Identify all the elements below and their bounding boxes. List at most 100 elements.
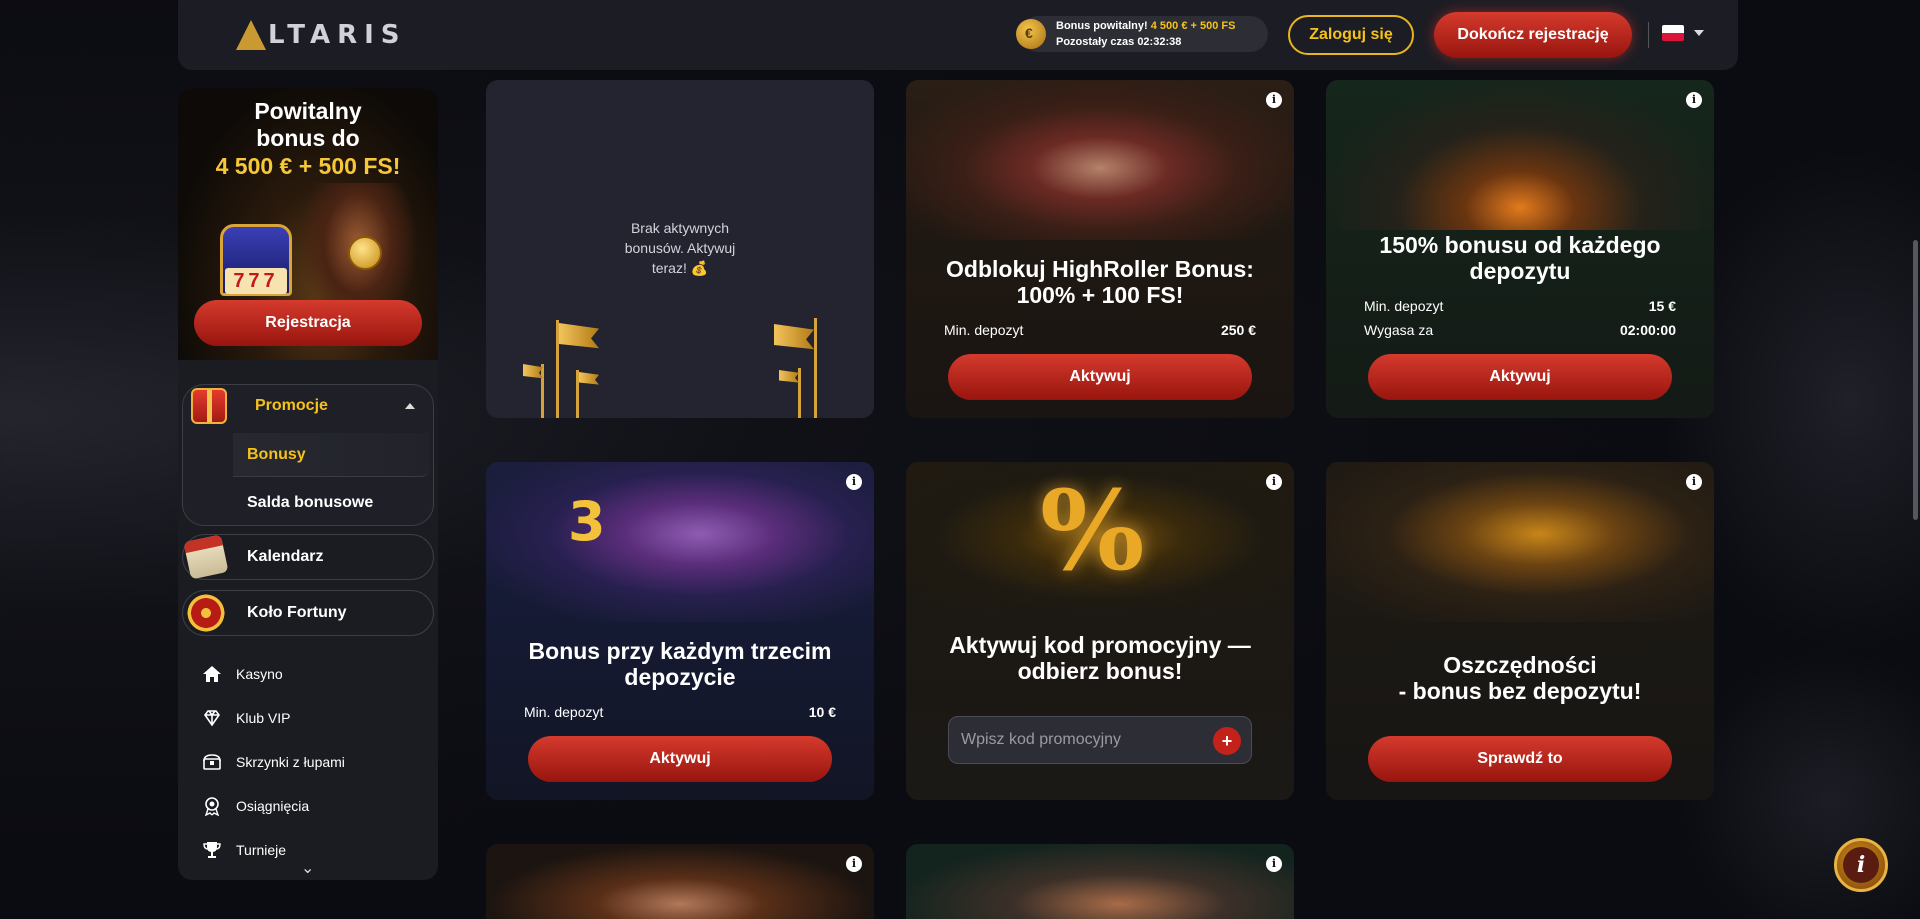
info-icon[interactable]: i <box>846 856 862 872</box>
bonus-label: Bonus powitalny! <box>1056 20 1148 32</box>
bonus-amount: 4 500 € + 500 FS <box>1150 20 1236 32</box>
slot-digits: 777 <box>225 268 287 294</box>
money-woman-card: i <box>486 844 874 919</box>
sidebar-item-label: Osiągnięcia <box>236 798 310 814</box>
highroller-bonus-card: i Odblokuj HighRoller Bonus: 100% + 100 … <box>906 80 1294 418</box>
pl-flag-icon <box>1662 25 1684 41</box>
min-deposit-label: Min. depozyt <box>1364 298 1444 314</box>
info-icon[interactable]: i <box>1266 474 1282 490</box>
min-deposit-value: 250 € <box>1220 322 1256 338</box>
home-icon <box>203 666 221 682</box>
expires-label: Wygasa za <box>1364 322 1434 338</box>
promotions-label: Promocje <box>255 397 328 414</box>
add-promo-code-button[interactable]: + <box>1213 727 1241 755</box>
top-header: LTARIS Bonus powitalny! 4 500 € + 500 FS… <box>178 0 1738 70</box>
page-scrollbar[interactable] <box>1913 240 1918 520</box>
card-title: 150% bonusu od każdego depozytu <box>1379 232 1661 284</box>
card-title-line2: - bonus bez depozytu! <box>1398 678 1642 704</box>
expires-row: Wygasa za 02:00:00 <box>1364 322 1676 338</box>
info-icon[interactable]: i <box>1686 92 1702 108</box>
min-deposit-row: Min. depozyt 15 € <box>1364 298 1676 314</box>
info-icon[interactable]: i <box>846 474 862 490</box>
sidebar-item-skrzynki[interactable]: Skrzynki z łupami <box>202 747 345 777</box>
card-title: Odblokuj HighRoller Bonus: 100% + 100 FS… <box>946 256 1254 308</box>
wheel-icon <box>187 594 225 632</box>
logo-a-icon <box>236 20 266 50</box>
welcome-bonus-timer[interactable]: Bonus powitalny! 4 500 € + 500 FS Pozost… <box>1016 16 1268 52</box>
sidebar: Powitalny bonus do 4 500 € + 500 FS! 777… <box>178 88 438 880</box>
sidebar-item-kalendarz[interactable]: Kalendarz <box>182 534 434 580</box>
deposit-150-card: i 150% bonusu od każdego depozytu Min. d… <box>1326 80 1714 418</box>
min-deposit-row: Min. depozyt 10 € <box>524 704 836 720</box>
gift-icon <box>191 388 227 424</box>
card-title: Aktywuj kod promocyjny — odbierz bonus! <box>949 632 1251 684</box>
hooded-figure-image <box>1326 80 1714 230</box>
sidebar-item-bonusy[interactable]: Bonusy <box>233 433 429 477</box>
medal-icon <box>204 797 220 816</box>
no-active-bonus-card: Brak aktywnych bonusów. Aktywuj teraz! 💰 <box>486 80 874 418</box>
complete-registration-button[interactable]: Dokończ rejestrację <box>1434 12 1632 58</box>
sidebar-item-turnieje[interactable]: Turnieje <box>202 835 286 865</box>
sidebar-item-osiagniecia[interactable]: Osiągnięcia <box>202 791 309 821</box>
sidebar-item-kasyno[interactable]: Kasyno <box>202 659 283 689</box>
third-deposit-card: 3 i Bonus przy każdym trzecim depozycie … <box>486 462 874 800</box>
banner-title-line1: Powitalny <box>254 98 362 124</box>
activate-button[interactable]: Aktywuj <box>528 736 832 782</box>
trophy-icon <box>203 842 221 858</box>
header-divider <box>1648 22 1649 48</box>
percent-icon: % <box>1040 466 1145 595</box>
sidebar-item-salda-bonusowe[interactable]: Salda bonusowe <box>233 481 429 525</box>
chevron-down-icon <box>1694 30 1704 36</box>
info-icon[interactable]: i <box>1266 856 1282 872</box>
activate-button[interactable]: Aktywuj <box>948 354 1252 400</box>
sidebar-item-klub-vip[interactable]: Klub VIP <box>202 703 290 733</box>
bonus-timer-text: Bonus powitalny! 4 500 € + 500 FS Pozost… <box>1056 18 1235 50</box>
info-icon[interactable]: i <box>1266 92 1282 108</box>
min-deposit-row: Min. depozyt 250 € <box>944 322 1256 338</box>
info-icon: i <box>1843 847 1879 883</box>
promo-code-card: % i Aktywuj kod promocyjny — odbierz bon… <box>906 462 1294 800</box>
info-icon[interactable]: i <box>1686 474 1702 490</box>
number-three-badge: 3 <box>568 490 606 553</box>
sidebar-item-label: Turnieje <box>236 842 287 858</box>
login-button[interactable]: Zaloguj się <box>1288 15 1414 55</box>
welcome-bonus-banner: Powitalny bonus do 4 500 € + 500 FS! 777… <box>178 88 438 360</box>
calendar-icon <box>183 534 229 580</box>
language-selector[interactable] <box>1662 25 1704 41</box>
double-chevron-down-icon[interactable]: ⌄ <box>301 858 314 878</box>
banner-amount: 4 500 € + 500 FS! <box>215 153 401 179</box>
min-deposit-value: 15 € <box>1648 298 1676 314</box>
promo-code-placeholder: Wpisz kod promocyjny <box>961 731 1122 748</box>
showgirl-image <box>486 462 874 622</box>
card-title: Bonus przy każdym trzecim depozycie <box>528 638 832 690</box>
altaris-logo[interactable]: LTARIS <box>236 18 407 52</box>
sidebar-item-kolo-fortuny[interactable]: Koło Fortuny <box>182 590 434 636</box>
sidebar-item-label: Klub VIP <box>236 710 291 726</box>
logo-text: LTARIS <box>268 20 407 50</box>
activate-button[interactable]: Aktywuj <box>1368 354 1672 400</box>
diamond-icon <box>204 710 220 727</box>
sidebar-item-label: Kalendarz <box>247 548 324 565</box>
promotions-toggle[interactable]: Promocje <box>183 385 433 427</box>
help-button[interactable]: i <box>1834 838 1888 892</box>
gold-coin-icon <box>348 236 382 270</box>
promo-code-input[interactable]: Wpisz kod promocyjny + <box>948 716 1252 764</box>
bonus-remaining-time: Pozostały czas 02:32:38 <box>1056 36 1182 48</box>
chevron-up-icon <box>405 403 415 409</box>
promotions-menu: Promocje Bonusy Salda bonusowe <box>182 384 434 526</box>
min-deposit-value: 10 € <box>808 704 836 720</box>
expires-value: 02:00:00 <box>1619 322 1676 338</box>
sidebar-item-label: Skrzynki z łupami <box>236 754 345 770</box>
check-it-button[interactable]: Sprawdź to <box>1368 736 1672 782</box>
card-title: Oszczędności - bonus bez depozytu! <box>1346 652 1694 704</box>
money-bag-icon <box>1016 19 1046 49</box>
min-deposit-label: Min. depozyt <box>944 322 1024 338</box>
card-title-line1: Oszczędności <box>1443 652 1597 678</box>
banner-title-line2: bonus do <box>256 125 360 151</box>
min-deposit-label: Min. depozyt <box>524 704 604 720</box>
highroller-image <box>906 80 1294 240</box>
savings-card: i Oszczędności - bonus bez depozytu! Spr… <box>1326 462 1714 800</box>
wheel-woman-card: i <box>906 844 1294 919</box>
no-active-bonus-text: Brak aktywnych bonusów. Aktywuj teraz! 💰 <box>624 220 736 276</box>
register-button[interactable]: Rejestracja <box>194 300 422 346</box>
